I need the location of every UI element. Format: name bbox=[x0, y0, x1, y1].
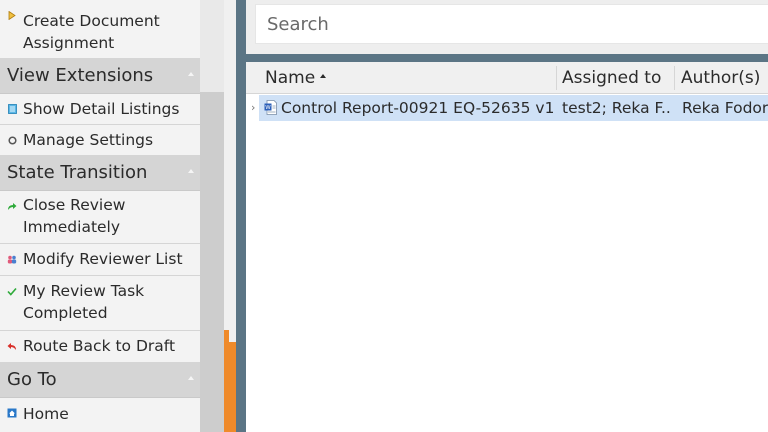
section-title: Go To bbox=[7, 369, 57, 390]
sidebar-item-label: Route Back to Draft bbox=[23, 337, 176, 355]
column-header-assigned-to[interactable]: Assigned to bbox=[555, 62, 675, 94]
sidebar-item-my-review-task-completed[interactable]: My Review Task Completed bbox=[0, 276, 200, 331]
collapse-caret-icon bbox=[188, 72, 194, 76]
column-header-label: Author(s) bbox=[681, 68, 761, 88]
sidebar-item-label: Home bbox=[23, 405, 69, 423]
sidebar-item-label: Close Review Immediately bbox=[23, 196, 126, 236]
home-icon bbox=[7, 408, 17, 418]
sidebar-item-label: Show Detail Listings bbox=[23, 100, 180, 118]
column-header-authors[interactable]: Author(s) bbox=[674, 62, 768, 94]
column-header-label: Assigned to bbox=[562, 68, 662, 88]
sidebar-item-label: Manage Settings bbox=[23, 131, 154, 149]
people-icon bbox=[7, 254, 17, 264]
search-input[interactable] bbox=[256, 5, 768, 43]
sidebar-item-close-review-immediately[interactable]: Close Review Immediately bbox=[0, 191, 200, 244]
play-arrow-icon bbox=[7, 10, 17, 20]
sidebar-item-label: Modify Reviewer List bbox=[23, 250, 183, 268]
column-header-label: Name bbox=[265, 68, 316, 88]
section-header-state-transition[interactable]: State Transition bbox=[0, 156, 200, 191]
content-frame-divider bbox=[236, 54, 768, 62]
section-header-view-extensions[interactable]: View Extensions bbox=[0, 59, 200, 94]
gear-icon bbox=[7, 135, 17, 145]
sidebar-item-home[interactable]: Home bbox=[0, 398, 200, 430]
left-sidebar: Create Document Assignment View Extensio… bbox=[0, 0, 200, 432]
sort-ascending-icon bbox=[320, 74, 327, 78]
section-title: View Extensions bbox=[7, 65, 154, 86]
sidebar-item-label: My Review Task Completed bbox=[23, 282, 145, 322]
word-document-icon: W bbox=[264, 100, 277, 115]
cell-name[interactable]: Control Report-00921 EQ-52635 v1 bbox=[281, 95, 553, 121]
svg-text:W: W bbox=[265, 105, 271, 111]
grid-header: Name Assigned to Author(s) bbox=[246, 62, 768, 94]
column-header-name[interactable]: Name bbox=[258, 62, 556, 94]
sidebar-item-create-document-assignment[interactable]: Create Document Assignment bbox=[0, 0, 200, 59]
checkmark-icon bbox=[7, 286, 17, 296]
list-icon bbox=[7, 104, 17, 114]
section-header-go-to[interactable]: Go To bbox=[0, 363, 200, 398]
search-box[interactable] bbox=[255, 4, 768, 44]
sidebar-item-show-detail-listings[interactable]: Show Detail Listings bbox=[0, 94, 200, 125]
splitter-grip[interactable] bbox=[224, 330, 236, 432]
cell-authors: Reka Fodor bbox=[682, 99, 768, 117]
content-frame-border bbox=[236, 0, 246, 432]
cell-assigned-to: test2; Reka F... bbox=[562, 99, 672, 117]
sidebar-item-manage-settings[interactable]: Manage Settings bbox=[0, 125, 200, 156]
splitter-notch bbox=[229, 330, 236, 342]
sidebar-item-label: Create Document Assignment bbox=[23, 12, 160, 52]
section-title: State Transition bbox=[7, 162, 148, 183]
forward-arrow-icon bbox=[7, 201, 17, 211]
back-arrow-icon bbox=[7, 341, 17, 351]
expand-chevron-icon[interactable]: › bbox=[251, 101, 255, 115]
sidebar-item-modify-reviewer-list[interactable]: Modify Reviewer List bbox=[0, 244, 200, 276]
sidebar-item-route-back-to-draft[interactable]: Route Back to Draft bbox=[0, 331, 200, 363]
sidebar-scrollbar-thumb[interactable] bbox=[200, 92, 224, 432]
document-grid: Name Assigned to Author(s) › W Control R… bbox=[246, 62, 768, 432]
collapse-caret-icon bbox=[188, 169, 194, 173]
collapse-caret-icon bbox=[188, 376, 194, 380]
